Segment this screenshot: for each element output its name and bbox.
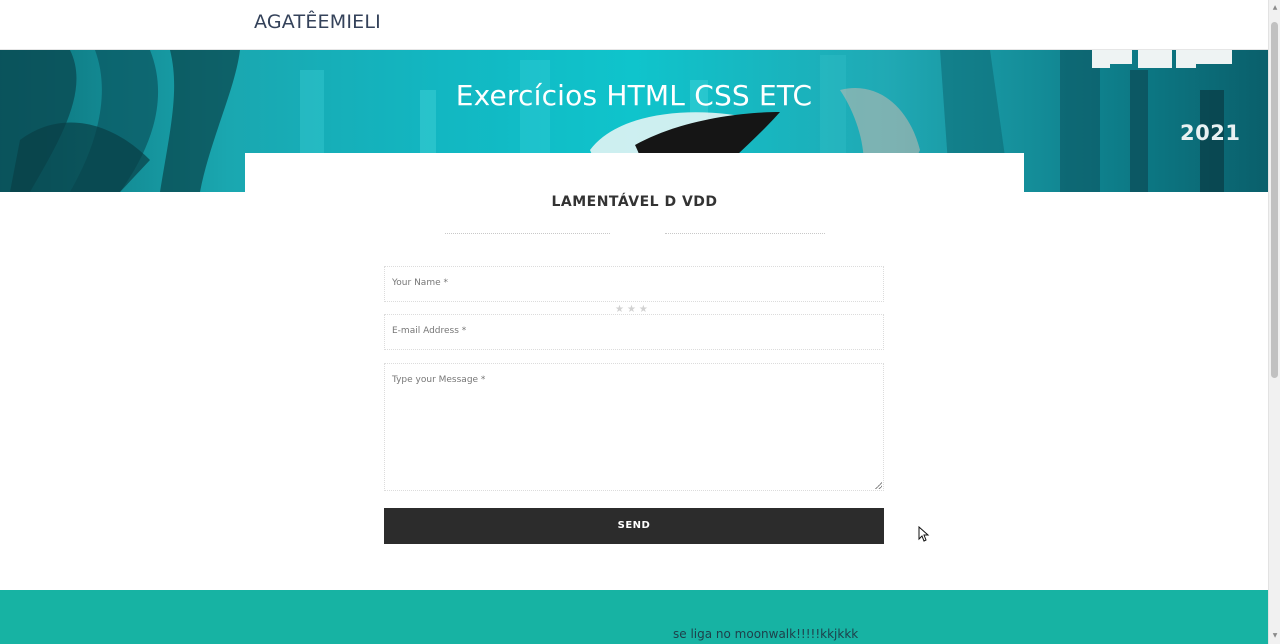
email-placeholder: E-mail Address * [392,326,467,336]
vertical-scrollbar[interactable]: ▲ ▼ [1268,0,1280,644]
scroll-up-arrow-icon[interactable]: ▲ [1271,4,1279,12]
footer: se liga no moonwalk!!!!!kkjkkk [0,590,1268,644]
top-navbar: AGATÊEMIELI [0,0,1268,50]
heading-divider: ★★★ [245,229,1024,315]
scrollbar-thumb[interactable] [1271,22,1278,378]
mouse-pointer-icon [918,526,930,542]
name-field[interactable]: Your Name * [384,266,884,302]
resize-grip-icon[interactable] [875,482,882,489]
page-title: Exercícios HTML CSS ETC [455,79,813,112]
brand-link[interactable]: AGATÊEMIELI [254,11,381,33]
event-year-badge: 2021 [1180,121,1241,145]
contact-form-card: LAMENTÁVEL D VDD ★★★ Your Name * E-mail … [245,153,1024,573]
name-placeholder: Your Name * [392,278,448,288]
contact-heading: LAMENTÁVEL D VDD [551,194,718,210]
message-placeholder: Type your Message * [392,375,486,385]
send-button[interactable]: SEND [384,508,884,544]
page: AGATÊEMIELI Exercícios HTML CSS ETC 2021… [0,0,1280,644]
footer-text: se liga no moonwalk!!!!!kkjkkk [673,627,859,641]
message-textarea[interactable]: Type your Message * [384,363,884,491]
scroll-down-arrow-icon[interactable]: ▼ [1271,632,1279,640]
email-field[interactable]: E-mail Address * [384,314,884,350]
